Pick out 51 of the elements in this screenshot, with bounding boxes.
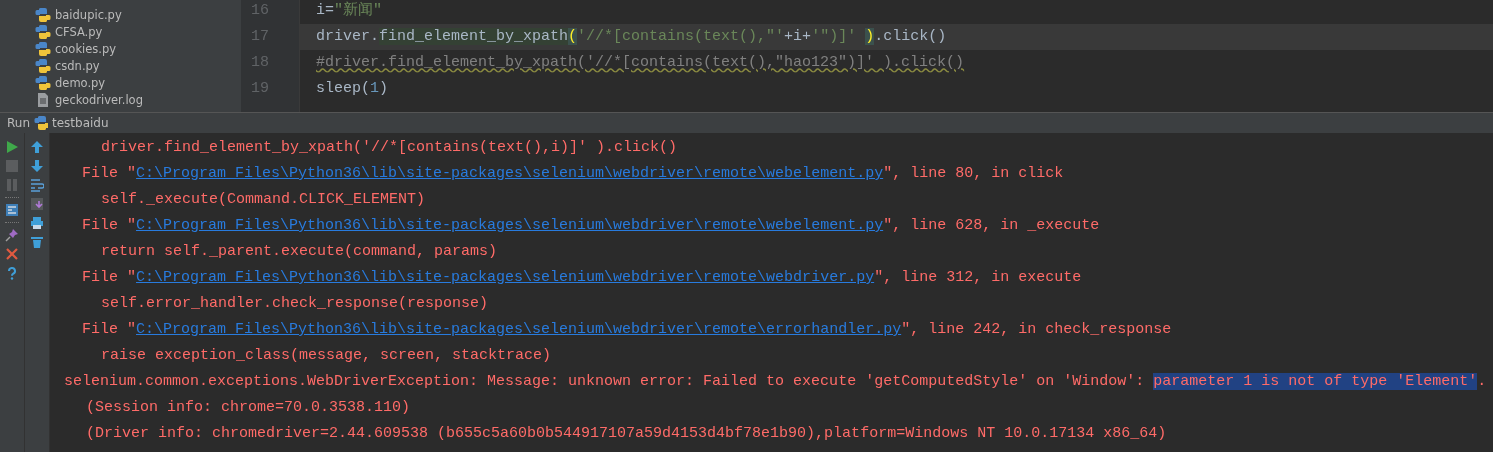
console-text: ", line 242, in check_response	[901, 321, 1172, 338]
python-file-icon	[35, 74, 51, 91]
file-item[interactable]: csdn.py	[0, 57, 241, 74]
file-item[interactable]: demo.py	[0, 74, 241, 91]
console-text: ", line 80, in click	[883, 165, 1064, 182]
console-text: File "	[82, 269, 136, 286]
arrow-down-icon[interactable]	[30, 159, 44, 173]
python-icon	[34, 115, 48, 131]
selected-text: parameter 1 is not of type 'Element'	[1153, 373, 1478, 390]
console-line: return self._parent.execute(command, params)	[100, 242, 499, 262]
file-item[interactable]: baidupic.py	[0, 6, 241, 23]
close-icon[interactable]	[5, 247, 19, 261]
python-file-icon	[35, 40, 51, 57]
code-line: i="新闻"	[315, 0, 384, 21]
soft-wrap-icon[interactable]	[30, 178, 44, 192]
scroll-to-end-icon[interactable]	[30, 197, 44, 211]
run-config-name: testbaidu	[52, 116, 109, 130]
console-line: (Driver info: chromedriver=2.44.609538 (b655c5a60b0b544917107a59d4153d4bf78e1b90),platform=Windows NT 10.0.17134 x86_64)	[85, 424, 1168, 444]
file-link[interactable]: C:\Program Files\Python36\lib\site-packages\selenium\webdriver\remote\webelement.py	[136, 165, 884, 182]
python-file-icon	[35, 6, 51, 23]
code-line: #driver.find_element_by_xpath('//*[contains(text(),"hao123")]' ).click()	[315, 53, 966, 73]
text-file-icon	[35, 91, 51, 108]
console-text: .	[1477, 373, 1487, 390]
python-file-icon	[35, 57, 51, 74]
file-item[interactable]: geckodriver.log	[0, 91, 241, 108]
file-link[interactable]: C:\Program Files\Python36\lib\site-packages\selenium\webdriver\remote\errorhandler.py	[136, 321, 902, 338]
console-text: ", line 312, in execute	[874, 269, 1082, 286]
trash-icon[interactable]	[30, 235, 44, 249]
file-item[interactable]: cookies.py	[0, 40, 241, 57]
python-file-icon	[35, 23, 51, 40]
console-line: self._execute(Command.CLICK_ELEMENT)	[100, 190, 427, 210]
console-line: (Session info: chrome=70.0.3538.110)	[85, 398, 412, 418]
console-line: driver.find_element_by_xpath('//*[contains(text(),i)]' ).click()	[100, 138, 679, 158]
file-item[interactable]: CFSA.py	[0, 23, 241, 40]
console-text: ", line 628, in _execute	[883, 217, 1100, 234]
console-line: raise exception_class(message, screen, stacktrace)	[100, 346, 553, 366]
code-line: sleep(1)	[315, 79, 390, 99]
print-icon[interactable]	[30, 216, 44, 230]
help-icon[interactable]	[5, 266, 19, 280]
pin-icon[interactable]	[5, 228, 19, 242]
file-link[interactable]: C:\Program Files\Python36\lib\site-packages\selenium\webdriver\remote\webdriver.py	[136, 269, 875, 286]
console-text: File "	[82, 321, 136, 338]
file-link[interactable]: C:\Program Files\Python36\lib\site-packages\selenium\webdriver\remote\webelement.py	[136, 217, 884, 234]
console-text: File "	[82, 165, 136, 182]
arrow-up-icon[interactable]	[30, 140, 44, 154]
console-text: selenium.common.exceptions.WebDriverException: Message: unknown error: Failed to execute 'getComputedStyle' on 'Window':	[64, 373, 1146, 390]
layout-icon[interactable]	[5, 203, 19, 217]
run-panel-title: Run	[7, 116, 30, 130]
console-text: File "	[82, 217, 136, 234]
run-icon[interactable]	[5, 140, 19, 154]
console-line: self.error_handler.check_response(response)	[100, 294, 490, 314]
